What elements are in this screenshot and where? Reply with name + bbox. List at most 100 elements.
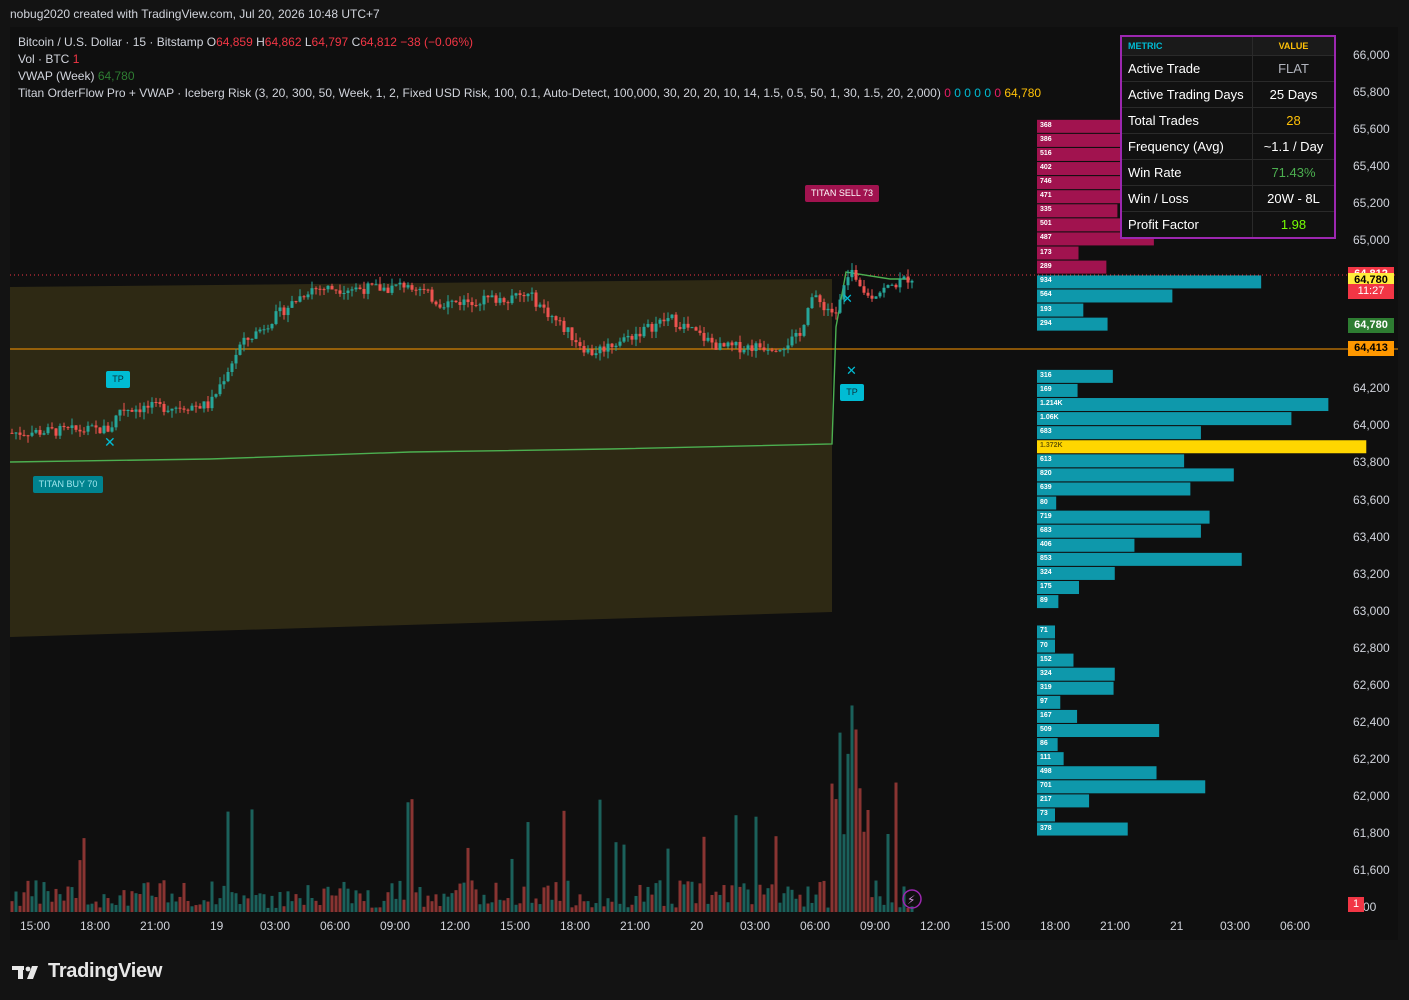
volume-bar <box>182 882 186 912</box>
volume-bar <box>158 883 162 912</box>
volume-bar <box>274 907 278 912</box>
metric-value: 25 Days <box>1252 81 1336 108</box>
volume-bar <box>598 799 602 912</box>
volume-bar <box>486 903 490 912</box>
indicator-label: Titan OrderFlow Pro + VWAP · Iceberg Ris… <box>18 86 941 100</box>
volume-bar <box>222 885 226 912</box>
symbol-name[interactable]: Bitcoin / U.S. Dollar · 15 · Bitstamp <box>18 35 203 49</box>
candle-body <box>226 371 230 382</box>
volume-profile-label: 386 <box>1040 135 1052 143</box>
volume-bar <box>34 880 38 912</box>
volume-profile-label: 316 <box>1040 371 1052 379</box>
volume-bar <box>734 815 738 912</box>
candle-body <box>582 345 586 353</box>
candle-body <box>158 402 162 404</box>
candle-body <box>90 425 94 427</box>
volume-profile-bar <box>1037 510 1210 524</box>
candle-body <box>118 409 122 416</box>
volume-profile-label: 471 <box>1040 192 1052 200</box>
time-tick-label: 06:00 <box>800 919 831 933</box>
candle-body <box>714 342 718 350</box>
candle-body <box>402 282 406 288</box>
time-tick-label: 18:00 <box>1040 919 1071 933</box>
candle-body <box>66 427 70 429</box>
volume-bar <box>150 895 154 912</box>
volume-profile-label: 86 <box>1040 740 1048 748</box>
metric-name: Active Trading Days <box>1120 81 1253 108</box>
volume-bar <box>106 898 110 912</box>
candle-body <box>310 288 314 295</box>
candle-body <box>434 301 438 305</box>
volume-bar <box>590 907 594 912</box>
candle-body <box>642 326 646 337</box>
candle-body <box>658 319 662 324</box>
vwap-label: VWAP (Week) <box>18 69 95 83</box>
volume-bar <box>670 903 674 912</box>
volume-bar <box>778 902 782 912</box>
candle-body <box>74 425 78 430</box>
candle-body <box>630 335 634 340</box>
time-tick-label: 03:00 <box>740 919 771 933</box>
volume-bar <box>94 901 98 912</box>
volume-bar <box>706 903 710 912</box>
volume-bar <box>698 883 702 912</box>
volume-bar <box>490 902 494 912</box>
candle-body <box>330 285 334 290</box>
volume-profile-label: 89 <box>1040 597 1048 605</box>
candle-body <box>602 346 606 352</box>
symbol-legend[interactable]: Bitcoin / U.S. Dollar · 15 · Bitstamp O6… <box>18 35 473 49</box>
volume-profile-bar <box>1037 766 1157 780</box>
volume-profile-label: 71 <box>1040 627 1048 635</box>
candle-body <box>674 314 678 327</box>
candle-body <box>742 349 746 353</box>
price-tick-label: 62,800 <box>1353 640 1390 655</box>
candle-body <box>274 311 278 324</box>
volume-bar <box>74 897 78 912</box>
volume-bar <box>38 903 42 912</box>
candle-body <box>26 435 30 437</box>
bottom-bar <box>0 940 1409 1000</box>
indicator-legend[interactable]: Titan OrderFlow Pro + VWAP · Iceberg Ris… <box>18 86 1041 100</box>
volume-bar <box>726 902 730 912</box>
candle-body <box>442 307 446 309</box>
volume-profile-label: 613 <box>1040 456 1052 464</box>
volume-bar <box>862 831 866 912</box>
volume-profile-bar <box>1037 412 1292 426</box>
volume-bar <box>638 884 642 912</box>
volume-bar <box>142 883 146 912</box>
volume-profile-label: 406 <box>1040 540 1052 548</box>
volume-profile-label: 1.214K <box>1040 400 1063 408</box>
volume-value: 1 <box>72 52 80 66</box>
metric-value: 28 <box>1252 107 1336 134</box>
volume-bar <box>854 729 858 912</box>
volume-bar <box>842 834 846 912</box>
candle-body <box>422 288 426 290</box>
volume-bar <box>370 907 374 912</box>
volume-bar <box>754 816 758 912</box>
vwap-legend[interactable]: VWAP (Week) 64,780 <box>18 69 135 83</box>
volume-profile-label: 167 <box>1040 711 1052 719</box>
candle-body <box>454 300 458 303</box>
indicator-zero: 0 <box>964 86 971 100</box>
tp-tag: TP <box>106 371 130 388</box>
volume-bar <box>882 904 886 912</box>
volume-bar <box>30 896 34 912</box>
candle-body <box>190 405 194 411</box>
candle-body <box>686 323 690 328</box>
tradingview-logo[interactable]: TradingView <box>12 960 162 983</box>
candle-body <box>690 327 694 329</box>
volume-bar <box>906 907 910 912</box>
candle-body <box>270 323 274 329</box>
time-tick-label: 21:00 <box>620 919 651 933</box>
price-tick-label: 62,400 <box>1353 714 1390 729</box>
value-column-header: VALUE <box>1252 35 1336 56</box>
candle-body <box>526 293 530 297</box>
metrics-row: Total Trades 28 <box>1120 107 1336 134</box>
price-tick-label: 65,600 <box>1353 122 1390 137</box>
ohlc-close: 64,812 <box>360 35 397 49</box>
candle-body <box>290 301 294 308</box>
candle-body <box>482 295 486 305</box>
volume-bar <box>82 838 86 912</box>
candle-body <box>418 288 422 291</box>
volume-legend[interactable]: Vol · BTC 1 <box>18 52 79 66</box>
